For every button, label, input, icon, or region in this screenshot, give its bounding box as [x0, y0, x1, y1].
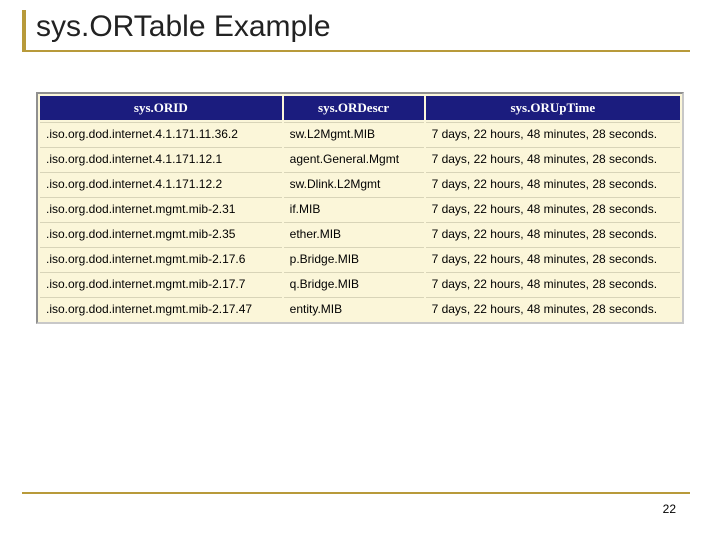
cell-ordescr: sw.Dlink.L2Mgmt [284, 172, 424, 195]
title-container: sys.ORTable Example [0, 0, 720, 50]
table-row: .iso.org.dod.internet.mgmt.mib-2.35 ethe… [40, 222, 680, 245]
cell-oruptime: 7 days, 22 hours, 48 minutes, 28 seconds… [426, 222, 680, 245]
cell-ordescr: q.Bridge.MIB [284, 272, 424, 295]
cell-orid: .iso.org.dod.internet.mgmt.mib-2.31 [40, 197, 282, 220]
table-row: .iso.org.dod.internet.mgmt.mib-2.17.7 q.… [40, 272, 680, 295]
cell-orid: .iso.org.dod.internet.mgmt.mib-2.17.6 [40, 247, 282, 270]
table-row: .iso.org.dod.internet.mgmt.mib-2.17.6 p.… [40, 247, 680, 270]
page-number: 22 [663, 502, 676, 516]
cell-ordescr: p.Bridge.MIB [284, 247, 424, 270]
cell-orid: .iso.org.dod.internet.4.1.171.12.1 [40, 147, 282, 170]
title-underline [22, 50, 690, 52]
cell-ordescr: ether.MIB [284, 222, 424, 245]
title-accent: sys.ORTable Example [22, 10, 720, 50]
cell-ordescr: if.MIB [284, 197, 424, 220]
cell-ordescr: agent.General.Mgmt [284, 147, 424, 170]
table-row: .iso.org.dod.internet.mgmt.mib-2.31 if.M… [40, 197, 680, 220]
table-row: .iso.org.dod.internet.4.1.171.12.2 sw.Dl… [40, 172, 680, 195]
header-sysorid: sys.ORID [40, 96, 282, 120]
cell-oruptime: 7 days, 22 hours, 48 minutes, 28 seconds… [426, 297, 680, 320]
cell-oruptime: 7 days, 22 hours, 48 minutes, 28 seconds… [426, 247, 680, 270]
cell-oruptime: 7 days, 22 hours, 48 minutes, 28 seconds… [426, 197, 680, 220]
cell-ordescr: entity.MIB [284, 297, 424, 320]
table-header-row: sys.ORID sys.ORDescr sys.ORUpTime [40, 96, 680, 120]
cell-ordescr: sw.L2Mgmt.MIB [284, 122, 424, 145]
slide-title: sys.ORTable Example [36, 10, 720, 44]
ortable-container: sys.ORID sys.ORDescr sys.ORUpTime .iso.o… [36, 92, 684, 324]
cell-orid: .iso.org.dod.internet.mgmt.mib-2.17.47 [40, 297, 282, 320]
table-row: .iso.org.dod.internet.4.1.171.11.36.2 sw… [40, 122, 680, 145]
cell-oruptime: 7 days, 22 hours, 48 minutes, 28 seconds… [426, 172, 680, 195]
header-sysoruptime: sys.ORUpTime [426, 96, 680, 120]
cell-orid: .iso.org.dod.internet.4.1.171.11.36.2 [40, 122, 282, 145]
table-row: .iso.org.dod.internet.4.1.171.12.1 agent… [40, 147, 680, 170]
table-body: .iso.org.dod.internet.4.1.171.11.36.2 sw… [40, 122, 680, 320]
table-row: .iso.org.dod.internet.mgmt.mib-2.17.47 e… [40, 297, 680, 320]
cell-oruptime: 7 days, 22 hours, 48 minutes, 28 seconds… [426, 272, 680, 295]
cell-oruptime: 7 days, 22 hours, 48 minutes, 28 seconds… [426, 147, 680, 170]
cell-orid: .iso.org.dod.internet.4.1.171.12.2 [40, 172, 282, 195]
cell-oruptime: 7 days, 22 hours, 48 minutes, 28 seconds… [426, 122, 680, 145]
ortable: sys.ORID sys.ORDescr sys.ORUpTime .iso.o… [38, 94, 682, 322]
header-sysordescr: sys.ORDescr [284, 96, 424, 120]
footer-underline [22, 492, 690, 494]
slide: sys.ORTable Example sys.ORID sys.ORDescr… [0, 0, 720, 540]
cell-orid: .iso.org.dod.internet.mgmt.mib-2.17.7 [40, 272, 282, 295]
cell-orid: .iso.org.dod.internet.mgmt.mib-2.35 [40, 222, 282, 245]
